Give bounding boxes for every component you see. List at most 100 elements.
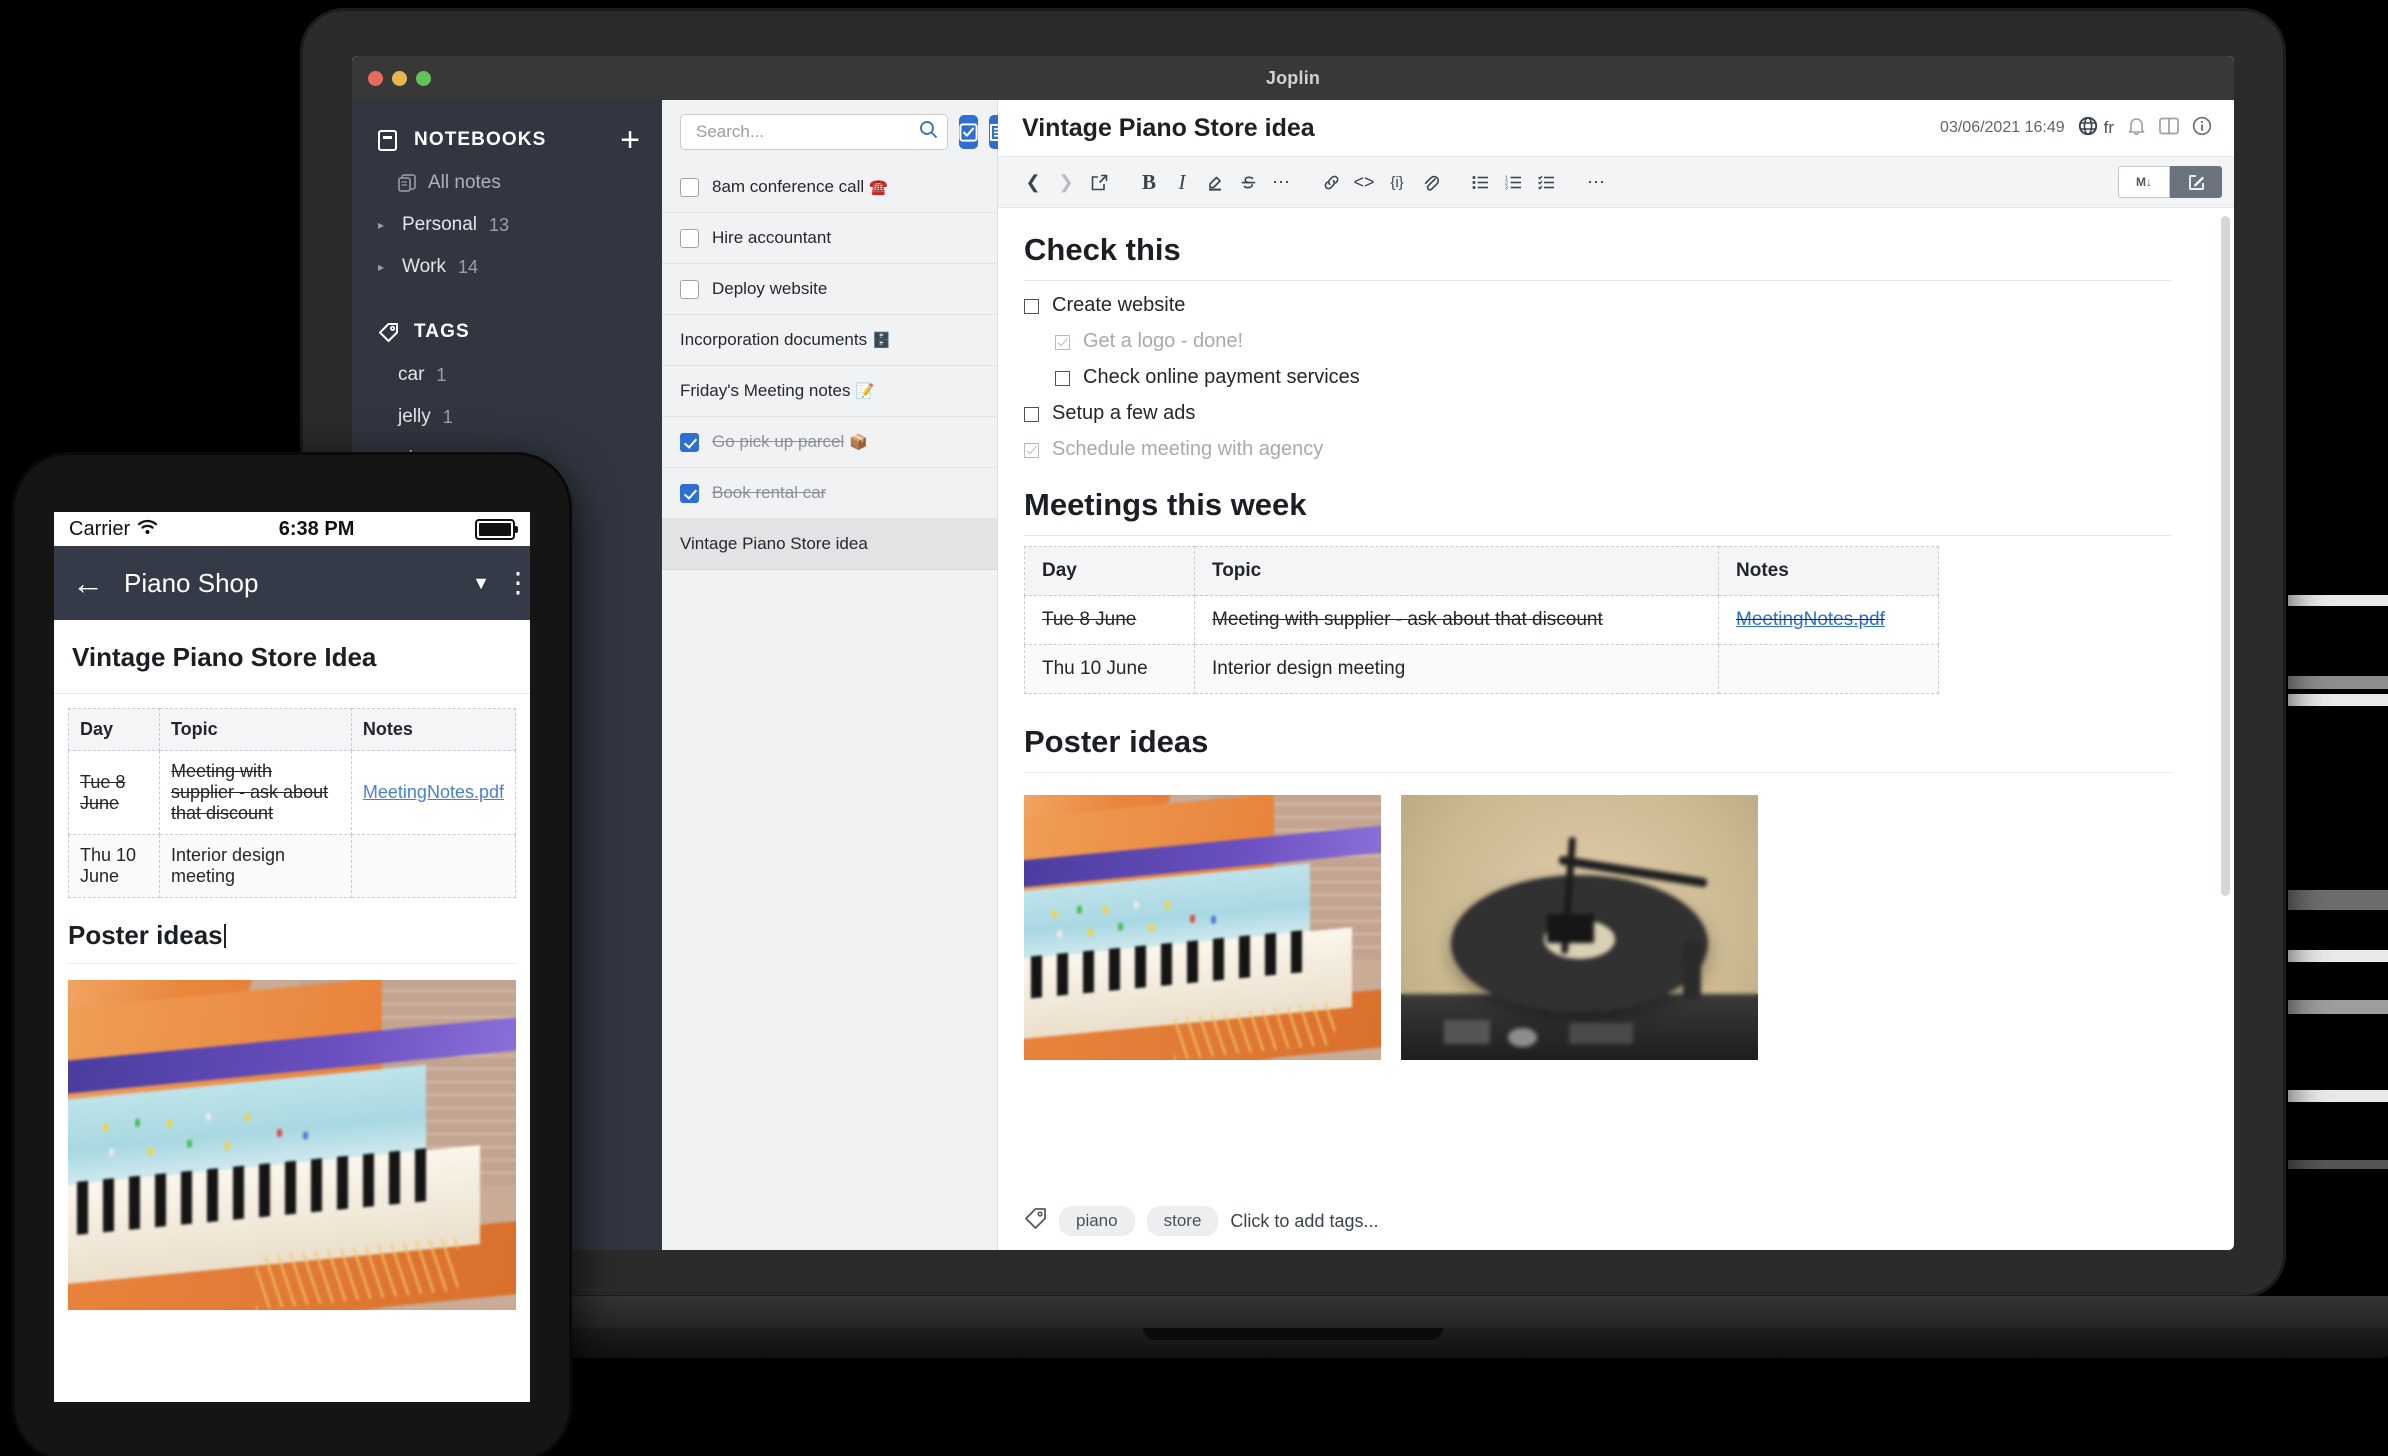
new-todo-button[interactable] (959, 115, 978, 149)
list-item[interactable]: Incorporation documents 🗄️ (662, 315, 997, 366)
sidebar-item-notebook-personal[interactable]: ▸ Personal 13 (352, 204, 662, 246)
add-notebook-button[interactable]: + (620, 123, 640, 157)
table-cell-notes: MeetingNotes.pdf (1718, 595, 1939, 645)
checklist-item[interactable]: Get a logo - done! (1055, 330, 2172, 353)
editor-scrollbar[interactable] (2221, 216, 2230, 896)
edge-artifact (2288, 1160, 2388, 1169)
globe-icon[interactable] (2078, 116, 2098, 141)
table-cell-topic: Meeting with supplier - ask about that d… (159, 750, 352, 835)
paperclip-icon[interactable] (1415, 167, 1445, 197)
table-header-row: Day Topic Notes (1024, 546, 1939, 596)
highlighter-icon[interactable] (1200, 167, 1230, 197)
phone-body: Carrier 6:38 PM ← Piano Shop ▼ ⋮ Vintage… (12, 452, 572, 1456)
table-header-cell: Notes (1718, 546, 1939, 596)
phone-status-bar: Carrier 6:38 PM (54, 512, 530, 546)
numbered-list-icon[interactable]: 123 (1498, 167, 1528, 197)
window-traffic-lights[interactable] (368, 56, 431, 100)
list-item[interactable]: 8am conference call ☎️ (662, 162, 997, 213)
chevron-right-icon[interactable]: ▸ (378, 218, 398, 232)
sidebar-item-tag-jelly[interactable]: jelly 1 (352, 396, 662, 438)
checklist-item[interactable]: Create website (1024, 294, 2172, 317)
page-title[interactable]: Vintage Piano Store idea (1022, 114, 1940, 143)
code-block-icon[interactable]: {i} (1382, 167, 1412, 197)
checkbox-checked[interactable] (1024, 443, 1039, 458)
bold-button[interactable]: B (1134, 167, 1164, 197)
checkbox-list-icon[interactable] (1531, 167, 1561, 197)
italic-button[interactable]: I (1167, 167, 1197, 197)
arrow-left-icon[interactable]: ← (72, 567, 104, 599)
ellipsis-icon[interactable]: ⋯ (1581, 167, 1611, 197)
note-editor-header: Vintage Piano Store idea 03/06/2021 16:4… (998, 100, 2234, 156)
checklist-item[interactable]: Schedule meeting with agency (1024, 438, 2172, 461)
vintage-orange-piano-photo[interactable] (68, 980, 516, 1310)
vertical-dots-icon[interactable]: ⋮ (504, 568, 530, 596)
checkbox[interactable] (1055, 371, 1070, 386)
vintage-orange-piano-photo[interactable] (1024, 795, 1381, 1060)
table-row: Thu 10 June Interior design meeting (1024, 644, 1939, 694)
todo-checkbox[interactable] (680, 177, 699, 197)
note-tag-chip[interactable]: piano (1059, 1206, 1135, 1236)
bell-icon[interactable] (2127, 116, 2146, 141)
minimize-window-button[interactable] (392, 70, 407, 86)
note-title: Deploy website (712, 279, 828, 298)
sidebar-item-notebook-work[interactable]: ▸ Work 14 (352, 246, 662, 288)
window-titlebar: Joplin (352, 56, 2234, 100)
close-window-button[interactable] (368, 70, 383, 86)
checkbox[interactable] (1024, 407, 1039, 422)
ellipsis-icon[interactable]: ⋯ (1266, 167, 1296, 197)
note-tag-chip[interactable]: store (1146, 1206, 1219, 1236)
sidebar-item-tag-car[interactable]: car 1 (352, 354, 662, 396)
search-input[interactable] (694, 121, 919, 143)
link-icon[interactable] (1316, 167, 1346, 197)
todo-checkbox[interactable] (680, 228, 699, 248)
todo-checkbox[interactable] (680, 279, 699, 299)
list-item[interactable]: Hire accountant (662, 213, 997, 264)
add-tags-prompt[interactable]: Click to add tags... (1230, 1211, 1378, 1232)
list-item[interactable]: Deploy website (662, 264, 997, 315)
chevron-right-icon[interactable]: ❯ (1051, 167, 1081, 197)
checkbox-checked[interactable] (1055, 335, 1070, 350)
chevron-left-icon[interactable]: ❮ (1018, 167, 1048, 197)
list-item[interactable]: Friday's Meeting notes 📝 (662, 366, 997, 417)
tags-header: TAGS (352, 310, 662, 354)
split-panel-icon[interactable] (2159, 117, 2179, 140)
bullet-list-icon[interactable] (1465, 167, 1495, 197)
note-content[interactable]: Check this Create website Get a logo - d… (998, 208, 2234, 1192)
triangle-down-icon[interactable]: ▼ (472, 573, 490, 594)
note-title: Go pick up parcel (712, 432, 845, 451)
search-icon[interactable] (919, 120, 938, 144)
table-cell-day: Tue 8 June (1024, 595, 1195, 645)
note-title: Incorporation documents (680, 330, 868, 349)
note-language: fr (2103, 118, 2114, 137)
meeting-notes-link[interactable]: MeetingNotes.pdf (1736, 609, 1885, 630)
search-box[interactable] (680, 114, 948, 150)
note-images (1024, 795, 2172, 1060)
sidebar-item-all-notes[interactable]: All notes (352, 162, 662, 204)
todo-checkbox[interactable] (680, 483, 699, 503)
note-title: Book rental car (712, 483, 827, 502)
checklist-item[interactable]: Check online payment services (1055, 366, 2172, 389)
checkbox[interactable] (1024, 299, 1039, 314)
note-tag-bar: piano store Click to add tags... (998, 1192, 2234, 1250)
external-link-icon[interactable] (1084, 167, 1114, 197)
tag-count: 1 (442, 406, 453, 427)
vinyl-turntable-photo[interactable] (1401, 795, 1758, 1060)
checklist-item[interactable]: Setup a few ads (1024, 402, 2172, 425)
edit-pencil-icon[interactable] (2170, 166, 2222, 198)
info-circle-icon[interactable] (2192, 116, 2212, 141)
todo-checkbox[interactable] (680, 432, 699, 452)
phone-note-title[interactable]: Vintage Piano Store Idea (54, 620, 530, 694)
window-title: Joplin (1265, 67, 1321, 88)
list-item[interactable]: Go pick up parcel 📦 (662, 417, 997, 468)
markdown-view-button[interactable]: M↓ (2118, 166, 2170, 198)
table-cell-topic: Interior design meeting (1194, 644, 1719, 694)
phone-meetings-table: Day Topic Notes Tue 8 June Meeting with … (68, 708, 517, 898)
list-item-selected[interactable]: Vintage Piano Store idea (662, 519, 997, 570)
meeting-notes-link[interactable]: MeetingNotes.pdf (363, 782, 504, 802)
maximize-window-button[interactable] (416, 70, 431, 86)
chevron-right-icon[interactable]: ▸ (378, 260, 398, 274)
inline-code-icon[interactable]: <> (1349, 167, 1379, 197)
list-item[interactable]: Book rental car (662, 468, 997, 519)
strikethrough-icon[interactable] (1233, 167, 1263, 197)
